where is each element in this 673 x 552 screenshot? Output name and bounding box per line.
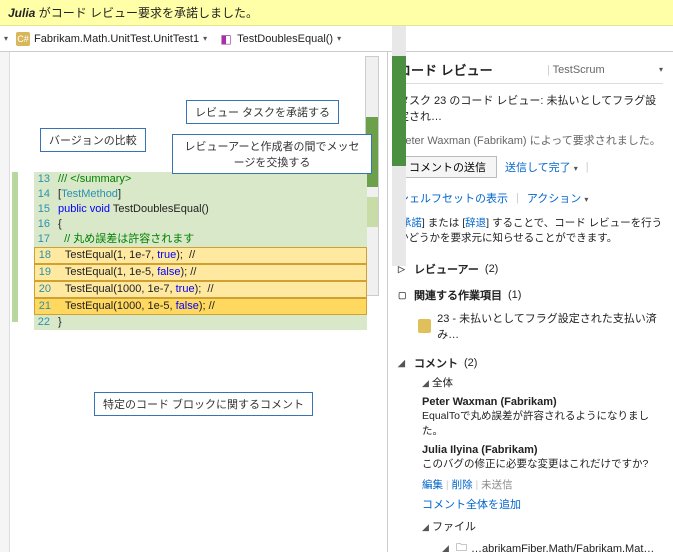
folder-row[interactable]: ◢ 🗀 …abrikamFiber.Math/Fabrikam.Mat… [442, 538, 663, 552]
method-name: TestDoublesEqual() [237, 33, 333, 45]
file-selector[interactable]: C# Fabrikam.Math.UnitTest.UnitTest1 ▾ [12, 30, 211, 48]
approval-banner: Julia がコード レビュー要求を承諾しました。 [0, 0, 673, 26]
method-selector[interactable]: ◧ TestDoublesEqual() ▾ [215, 30, 345, 48]
decline-link[interactable]: 辞退 [465, 217, 486, 229]
callout-compare-versions: バージョンの比較 [40, 128, 146, 152]
files-label: ファイル [432, 521, 476, 533]
panel-title: コード レビュー [398, 60, 493, 79]
send-and-close-link[interactable]: 送信して完了 ▾ [505, 159, 578, 175]
edit-link[interactable]: 編集 [422, 479, 443, 491]
unsent-label: 未送信 [481, 479, 513, 491]
file-name: Fabrikam.Math.UnitTest.UnitTest1 [34, 33, 199, 45]
panel-menu-icon[interactable]: ▾ [659, 65, 663, 74]
folder-icon: 🗀 [456, 539, 467, 552]
accept-decline-note: [承諾] または [辞退] することで、コード レビューを行うかどうかを要求元に… [398, 216, 663, 245]
section-comments[interactable]: ◢コメント (2) [398, 355, 663, 371]
banner-rest: がコード レビュー要求を承諾しました。 [35, 6, 258, 20]
work-item-row[interactable]: 23 - 未払いとしてフラグ設定された支払い済み… [398, 307, 663, 345]
delete-link[interactable]: 削除 [452, 479, 473, 491]
overview-scrollbar[interactable] [392, 26, 406, 266]
editor-gutter [0, 52, 10, 552]
actions-link[interactable]: アクション ▾ [527, 190, 589, 206]
minimap[interactable] [365, 56, 379, 296]
csharp-file-icon: C# [16, 32, 30, 46]
folder-path: …abrikamFiber.Math/Fabrikam.Mat… [471, 543, 654, 552]
method-icon: ◧ [219, 32, 233, 46]
code-review-panel: コード レビュー | TestScrum ▾ タスク 23 のコード レビュー:… [388, 52, 673, 552]
chevron-down-icon: ▾ [203, 34, 207, 43]
breadcrumb-toolbar: ▾ C# Fabrikam.Math.UnitTest.UnitTest1 ▾ … [0, 26, 673, 52]
chevron-down-icon: ▾ [337, 34, 341, 43]
comment-body: EqualToで丸め誤差が許容されるようになりました。 [422, 408, 663, 438]
overall-label: 全体 [432, 377, 453, 389]
banner-actor: Julia [8, 6, 35, 20]
change-indicator-strip [12, 52, 18, 552]
work-item-title: 23 - 未払いとしてフラグ設定された支払い済み… [437, 310, 663, 342]
view-shelveset-link[interactable]: シェルフセットの表示 [398, 190, 508, 206]
comment-body: このバグの修正に必要な変更はこれだけですか? [422, 456, 663, 471]
nav-back-icon[interactable]: ▾ [4, 34, 8, 43]
comment-author: Julia Ilyina (Fabrikam) [422, 444, 663, 456]
add-overall-comment-link[interactable]: コメント全体を追加 [422, 496, 663, 512]
callout-accept-task: レビュー タスクを承諾する [186, 100, 339, 124]
section-work-items[interactable]: ▢関連する作業項目 (1) [398, 287, 663, 303]
section-reviewers[interactable]: ▷レビューアー (2) [398, 261, 663, 277]
callout-block-comment: 特定のコード ブロックに関するコメント [94, 392, 313, 416]
project-name: TestScrum [553, 64, 605, 76]
review-task-title: タスク 23 のコード レビュー: 未払いとしてフラグ設定され… [398, 92, 663, 124]
comment-author: Peter Waxman (Fabrikam) [422, 396, 663, 408]
code-area[interactable]: 13/// </summary> 14[TestMethod] 15public… [34, 172, 367, 330]
review-requester: Peter Waxman (Fabrikam) によって要求されました。 [398, 132, 663, 148]
callout-exchange-messages: レビューアーと作成者の間でメッセージを交換する [172, 134, 372, 174]
work-item-icon [418, 319, 431, 333]
code-editor-pane: レビュー タスクを承諾する バージョンの比較 レビューアーと作成者の間でメッセー… [0, 52, 388, 552]
send-comment-button[interactable]: コメントの送信 [398, 156, 497, 178]
